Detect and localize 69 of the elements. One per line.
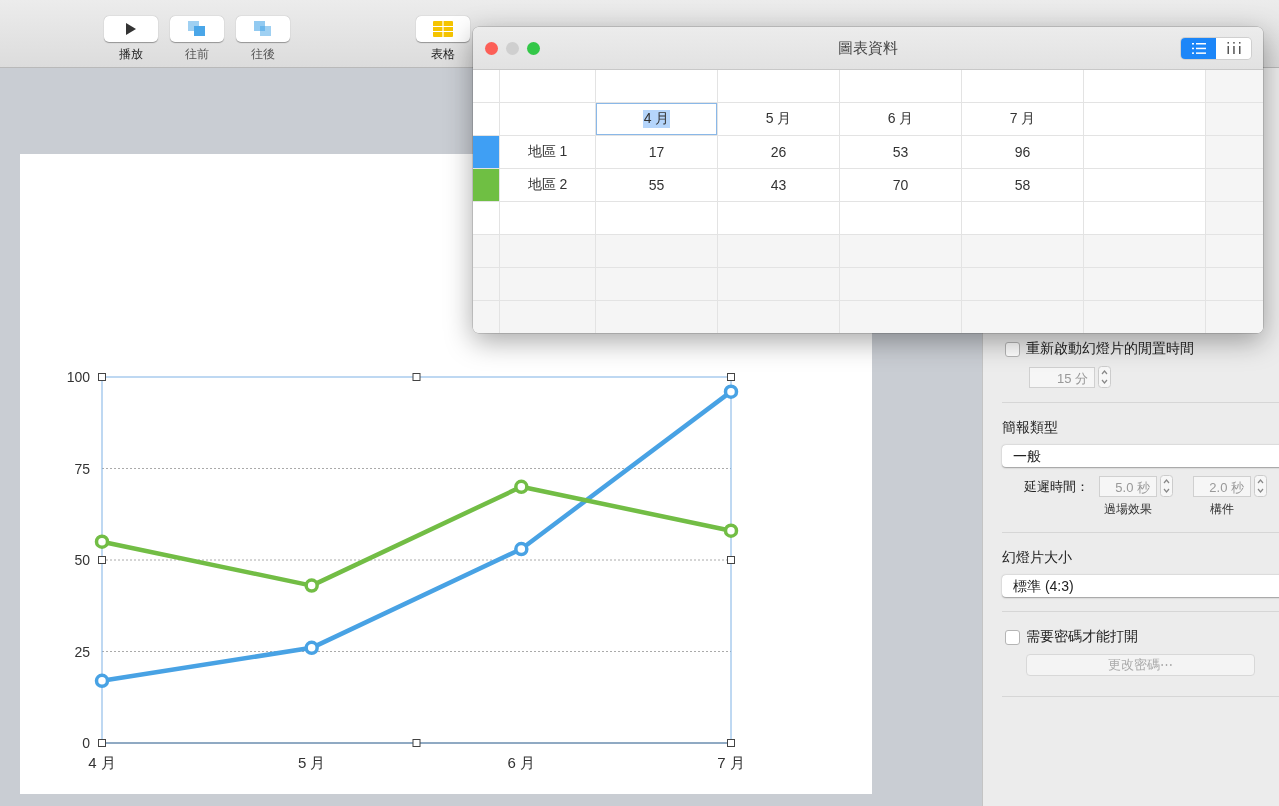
table-cell[interactable]: 55 (596, 169, 718, 201)
list-view-button[interactable] (1181, 37, 1216, 59)
size-select[interactable]: 標準 (4:3) (1002, 575, 1279, 597)
axis-label: 7 月 (717, 754, 745, 771)
stepper-icon[interactable] (1098, 366, 1111, 388)
data-point (94, 673, 110, 689)
play-icon (125, 22, 137, 36)
table-cell[interactable]: 58 (962, 169, 1084, 201)
axis-label: 50 (74, 552, 90, 568)
column-header[interactable]: 6 月 (886, 110, 915, 128)
axis-label: 5 月 (297, 754, 326, 771)
table-cell[interactable] (1206, 103, 1263, 135)
data-point (304, 578, 319, 593)
table-cell[interactable]: 17 (596, 136, 718, 168)
stepper-icon[interactable] (1254, 475, 1267, 497)
section-heading: 簡報類型 (1002, 419, 1059, 437)
selection-handle[interactable] (727, 739, 735, 747)
columns-icon (1226, 42, 1241, 54)
data-point (514, 541, 529, 557)
axis-label: 100 (66, 369, 90, 385)
data-point (94, 534, 110, 549)
table-cell[interactable] (1206, 169, 1263, 201)
axis-label: 75 (74, 460, 90, 477)
axis-label: 4 月 (88, 754, 116, 771)
selection-handle[interactable] (98, 373, 106, 381)
column-header[interactable]: 7 月 (1008, 110, 1037, 128)
zoom-button[interactable] (527, 41, 540, 55)
section-heading: 幻燈片大小 (1002, 549, 1073, 567)
table-cell[interactable] (1206, 70, 1263, 102)
axis-label: 25 (74, 643, 90, 660)
checkbox-label: 重新啟動幻燈片的閒置時間 (1026, 340, 1194, 358)
row-header[interactable]: 地區 1 (500, 136, 596, 168)
selection-handle[interactable] (412, 373, 421, 381)
selection-handle[interactable] (98, 556, 106, 564)
window-title: 圖表資料 (838, 38, 898, 58)
table-cell[interactable] (1206, 202, 1263, 234)
row-header[interactable]: 地區 2 (500, 169, 596, 201)
minimize-button[interactable] (506, 41, 519, 55)
selection-handle[interactable] (727, 556, 735, 564)
table-cell[interactable]: 26 (718, 136, 840, 168)
table-icon (433, 21, 453, 37)
checkbox-label: 需要密碼才能打開 (1026, 628, 1138, 646)
selection-handle[interactable] (727, 373, 735, 381)
data-point (723, 523, 739, 538)
checkbox[interactable] (1005, 629, 1020, 645)
column-header[interactable]: 4 月 (642, 110, 671, 128)
table-cell[interactable]: 70 (840, 169, 962, 201)
data-point (723, 384, 739, 399)
list-icon (1191, 42, 1206, 54)
table-cell[interactable]: 43 (718, 169, 840, 201)
selection-handle[interactable] (412, 739, 421, 747)
table-cell[interactable] (1206, 136, 1263, 168)
stepper-icon[interactable] (1160, 475, 1173, 497)
layers-icon (187, 20, 207, 38)
type-select[interactable]: 一般 (1002, 445, 1279, 467)
field-caption: 過場效果 (1104, 501, 1152, 518)
axis-label: 0 (82, 735, 90, 751)
data-point (304, 640, 319, 656)
column-view-button[interactable] (1216, 37, 1251, 59)
table-cell[interactable]: 53 (840, 136, 962, 168)
column-header[interactable]: 5 月 (764, 110, 793, 128)
axis-label: 6 月 (507, 754, 536, 771)
table-cell[interactable]: 96 (962, 136, 1084, 168)
field-caption: 構件 (1210, 501, 1234, 518)
data-point (514, 479, 529, 495)
delay-label: 延遲時間： (1024, 478, 1089, 496)
layers-icon (253, 20, 273, 38)
close-button[interactable] (485, 41, 498, 55)
selection-handle[interactable] (98, 739, 106, 747)
